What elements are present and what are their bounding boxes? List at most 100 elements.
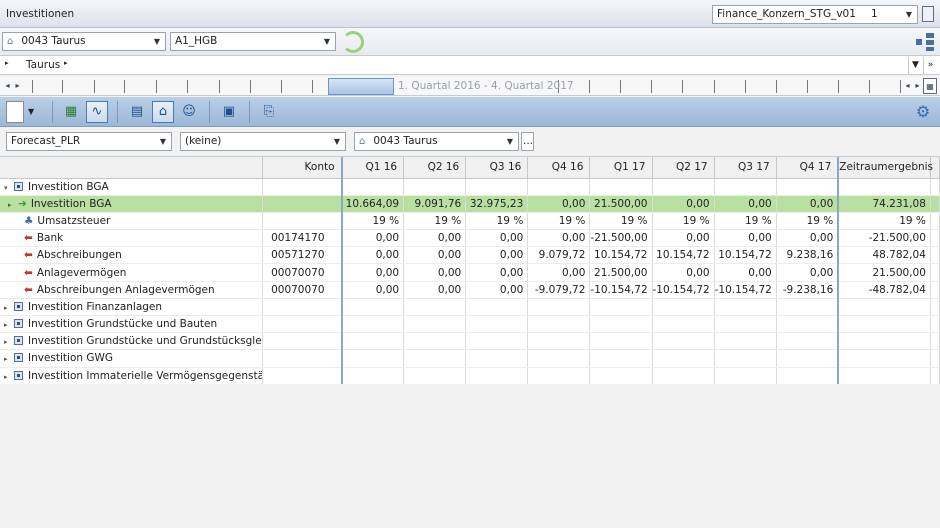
column-header[interactable]: Q1 17	[589, 157, 653, 179]
row-name-cell[interactable]: ▸ Investition Grundstücke und Grundstücks…	[0, 332, 263, 351]
value-cell[interactable]: 0,00	[714, 229, 777, 248]
total-cell[interactable]	[837, 298, 931, 317]
value-cell[interactable]: 0,00	[776, 229, 839, 248]
expand-icon[interactable]: ▸	[4, 304, 14, 312]
row-name-cell[interactable]: ⬅ Abschreibungen	[0, 246, 263, 265]
person-icon[interactable]: ☺	[178, 101, 200, 123]
row-name-cell[interactable]: ⬅ Abschreibungen Anlagevermögen	[0, 281, 263, 299]
row-name-cell[interactable]: ▸ Investition Immaterielle Vermögensgegen…	[0, 367, 263, 385]
value-cell[interactable]	[652, 298, 715, 317]
value-cell[interactable]	[527, 349, 591, 368]
column-header[interactable]: Q3 17	[714, 157, 777, 179]
value-cell[interactable]: 0,00	[714, 195, 777, 213]
table-row[interactable]: ▸ Investition GWG	[0, 349, 940, 368]
calendar-icon[interactable]: ▦	[923, 78, 937, 94]
home-icon[interactable]: ⌂	[152, 101, 174, 123]
excel-icon[interactable]: ▦	[60, 101, 82, 123]
table-row[interactable]: ⬅ Abschreibungen Anlagevermögen 00070070 0,…	[0, 281, 940, 299]
value-cell[interactable]: 0,00	[403, 229, 467, 248]
value-cell[interactable]: 10.664,09	[340, 195, 405, 213]
report-icon[interactable]: ▤	[126, 101, 148, 123]
value-cell[interactable]	[589, 298, 653, 317]
account-cell[interactable]	[262, 212, 343, 231]
row-name-cell[interactable]: ♣ Umsatzsteuer	[0, 212, 263, 231]
row-name-cell[interactable]: ▸ Investition GWG	[0, 349, 263, 368]
value-cell[interactable]: 19 %	[714, 212, 777, 231]
total-cell[interactable]	[837, 178, 931, 196]
value-cell[interactable]: 0,00	[465, 281, 529, 299]
value-cell[interactable]	[465, 349, 529, 368]
table-row[interactable]: ▸ ➜ Investition BGA 10.664,09 9.091,76 32.975…	[0, 195, 940, 213]
value-cell[interactable]: 9.238,16	[776, 246, 839, 265]
account-cell[interactable]	[262, 195, 343, 213]
value-cell[interactable]: 0,00	[714, 263, 777, 282]
value-cell[interactable]: 19 %	[403, 212, 467, 231]
ledger-select[interactable]: A1_HGB ▼	[170, 32, 336, 51]
row-name-cell[interactable]: ▸ Investition Finanzanlagen	[0, 298, 263, 317]
version-select[interactable]: Finance_Konzern_STG_v01 1 ▼	[712, 5, 918, 24]
value-cell[interactable]: -10.154,72	[652, 281, 715, 299]
value-cell[interactable]	[340, 298, 405, 317]
value-cell[interactable]	[465, 178, 529, 196]
row-name-cell[interactable]: ⬅ Bank	[0, 229, 263, 248]
column-header-name[interactable]	[0, 157, 263, 179]
value-cell[interactable]: 0,00	[403, 281, 467, 299]
value-cell[interactable]: 10.154,72	[714, 246, 777, 265]
row-name-cell[interactable]: ▸ Investition Grundstücke und Bauten	[0, 315, 263, 334]
new-doc-icon[interactable]	[6, 101, 24, 123]
column-header[interactable]: Q4 17	[776, 157, 839, 179]
value-cell[interactable]: 32.975,23	[465, 195, 529, 213]
value-cell[interactable]: 0,00	[776, 195, 839, 213]
total-cell[interactable]: 74.231,08	[837, 195, 931, 213]
value-cell[interactable]	[465, 332, 529, 351]
value-cell[interactable]: 0,00	[465, 229, 529, 248]
row-name-cell[interactable]: ⬅ Anlagevermögen	[0, 263, 263, 282]
chevron-down-icon[interactable]: ▼	[28, 107, 34, 116]
table-row[interactable]: ▸ Investition Immaterielle Vermögensgegen…	[0, 367, 940, 385]
chevron-down-icon[interactable]: ▼	[908, 57, 922, 74]
document-icon[interactable]	[922, 6, 934, 22]
account-cell[interactable]	[262, 332, 343, 351]
total-cell[interactable]	[837, 315, 931, 334]
value-cell[interactable]	[652, 367, 715, 385]
account-cell[interactable]	[262, 315, 343, 334]
value-cell[interactable]	[589, 367, 653, 385]
account-cell[interactable]	[262, 298, 343, 317]
value-cell[interactable]: 0,00	[340, 281, 405, 299]
total-cell[interactable]: 48.782,04	[837, 246, 931, 265]
value-cell[interactable]: 19 %	[652, 212, 715, 231]
refresh-icon[interactable]	[342, 31, 364, 53]
value-cell[interactable]: 19 %	[340, 212, 405, 231]
settings-icon[interactable]: ⚙	[912, 101, 934, 123]
value-cell[interactable]	[403, 298, 467, 317]
value-cell[interactable]	[527, 332, 591, 351]
value-cell[interactable]	[776, 315, 839, 334]
row-name-cell[interactable]: ▾ Investition BGA	[0, 178, 263, 196]
value-cell[interactable]: 0,00	[465, 263, 529, 282]
expand-icon[interactable]: ▸	[8, 201, 18, 209]
bus-icon[interactable]: ▣	[218, 101, 240, 123]
total-cell[interactable]: -21.500,00	[837, 229, 931, 248]
value-cell[interactable]	[340, 349, 405, 368]
value-cell[interactable]: 0,00	[403, 263, 467, 282]
value-cell[interactable]	[527, 178, 591, 196]
expand-icon[interactable]: ▸	[4, 355, 14, 363]
expand-icon[interactable]: ▸	[4, 338, 14, 346]
value-cell[interactable]	[776, 178, 839, 196]
value-cell[interactable]	[403, 315, 467, 334]
value-cell[interactable]: 19 %	[776, 212, 839, 231]
account-cell[interactable]: 00070070	[262, 263, 343, 282]
value-cell[interactable]	[589, 178, 653, 196]
value-cell[interactable]: -9.238,16	[776, 281, 839, 299]
value-cell[interactable]	[340, 367, 405, 385]
value-cell[interactable]	[340, 178, 405, 196]
table-row[interactable]: ⬅ Bank 00174170 0,00 0,00 0,00 0,00 -21.500,00 0…	[0, 229, 940, 248]
value-cell[interactable]	[465, 315, 529, 334]
value-cell[interactable]: 0,00	[340, 246, 405, 265]
value-cell[interactable]: 0,00	[340, 263, 405, 282]
total-cell[interactable]	[837, 349, 931, 368]
breadcrumb-item[interactable]: Taurus	[26, 59, 60, 71]
row-name-cell[interactable]: ▸ ➜ Investition BGA	[0, 195, 263, 213]
value-cell[interactable]: 0,00	[465, 246, 529, 265]
value-cell[interactable]: 0,00	[340, 229, 405, 248]
